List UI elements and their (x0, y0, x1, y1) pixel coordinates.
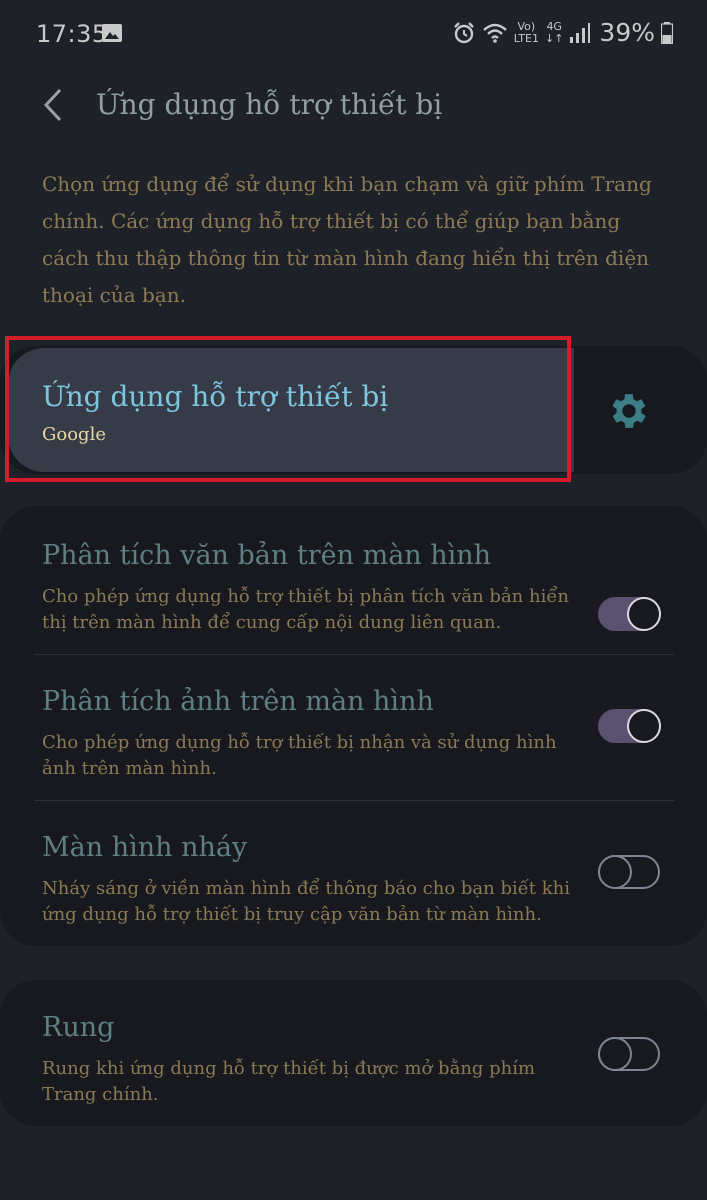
network-type: 4G ↓↑ (544, 19, 564, 45)
gallery-icon (102, 24, 122, 42)
option-subtitle: Nháy sáng ở viền màn hình để thông báo c… (42, 878, 571, 925)
option-title: Màn hình nháy (42, 832, 248, 863)
back-arrow-icon[interactable] (34, 84, 76, 126)
volte-label: Vo) (517, 19, 536, 33)
toggle-knob (627, 709, 661, 743)
analyze-text-toggle[interactable] (598, 597, 661, 631)
battery-icon (661, 21, 673, 44)
data-arrows-icon: ↓↑ (544, 31, 564, 45)
vibrate-toggle[interactable] (598, 1037, 660, 1071)
vibrate-card: Rung Rung khi ứng dụng hỗ trợ thiết bị đ… (0, 980, 707, 1126)
highlight-annotation (5, 336, 571, 482)
analysis-options-card: Phân tích văn bản trên màn hình Cho phép… (0, 506, 707, 946)
toggle-knob (598, 1037, 632, 1071)
lte-label: LTE1 (513, 31, 539, 45)
option-title: Phân tích ảnh trên màn hình (42, 686, 434, 717)
gear-icon[interactable] (606, 388, 652, 434)
analyze-image-toggle[interactable] (598, 709, 661, 743)
vibrate-subtitle: Rung khi ứng dụng hỗ trợ thiết bị được m… (42, 1058, 536, 1105)
option-title: Phân tích văn bản trên màn hình (42, 540, 492, 571)
toggle-knob (598, 855, 632, 889)
status-time: 17:35 (36, 20, 108, 48)
app-header: Ứng dụng hỗ trợ thiết bị (0, 72, 707, 142)
status-icons: Vo) LTE1 4G ↓↑ 39% (452, 18, 673, 47)
network-type-label: 4G (546, 19, 562, 33)
option-subtitle: Cho phép ứng dụng hỗ trợ thiết bị phân t… (42, 586, 570, 633)
battery-percent: 39% (599, 18, 655, 47)
option-subtitle: Cho phép ứng dụng hỗ trợ thiết bị nhận v… (42, 732, 557, 779)
divider (34, 800, 674, 801)
toggle-knob (627, 597, 661, 631)
vibrate-title: Rung (42, 1012, 115, 1043)
volte-indicator: Vo) LTE1 (513, 19, 539, 45)
status-bar: 17:35 Vo) LTE1 4G ↓↑ 39% (0, 0, 707, 70)
flash-screen-toggle[interactable] (598, 855, 660, 889)
page-title: Ứng dụng hỗ trợ thiết bị (96, 88, 443, 121)
divider (34, 654, 674, 655)
page-description: Chọn ứng dụng để sử dụng khi bạn chạm và… (42, 172, 652, 307)
wifi-icon (482, 23, 507, 43)
alarm-icon (453, 21, 474, 43)
signal-icon (570, 22, 591, 43)
